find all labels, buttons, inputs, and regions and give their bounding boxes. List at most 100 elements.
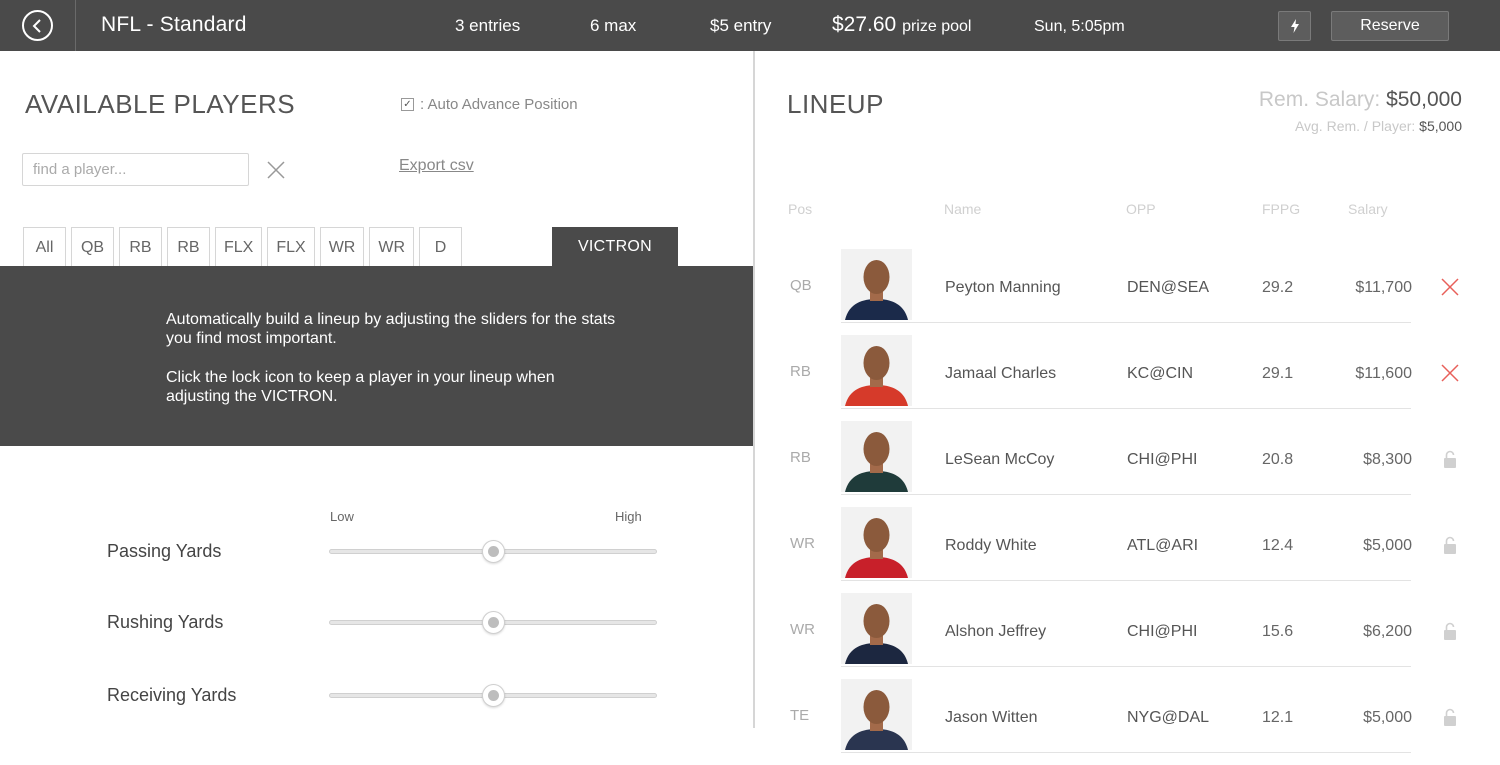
column-header-pos: Pos (788, 201, 813, 217)
slider-label: Rushing Yards (107, 612, 224, 632)
player-fppg: 29.1 (1262, 365, 1294, 382)
tab-rb-1[interactable]: RB (119, 227, 162, 267)
slider-label: Receiving Yards (107, 685, 237, 705)
prize-amount: $27.60 (832, 13, 897, 36)
lock-icon[interactable] (1440, 449, 1460, 469)
avg-rem-label: Avg. Rem. / Player: (1294, 118, 1416, 134)
player-salary: $11,700 (1355, 279, 1412, 296)
player-photo (841, 507, 912, 578)
lineup-row[interactable]: RB LeSean McCoy CHI@PHI 20.8 $8,300 (755, 421, 1500, 507)
player-fppg: 12.4 (1262, 537, 1294, 554)
player-salary: $8,300 (1363, 451, 1412, 468)
column-header-name: Name (944, 201, 982, 217)
victron-lock-hint: Click the lock icon to keep a player in … (166, 369, 555, 405)
player-name[interactable]: Roddy White (945, 537, 1037, 555)
player-fppg: 15.6 (1262, 623, 1294, 640)
remove-player-icon[interactable] (1440, 277, 1460, 297)
lineup-panel: LINEUP Rem. Salary: $50,000 Avg. Rem. / … (755, 51, 1500, 753)
player-salary: $5,000 (1363, 709, 1412, 726)
back-button[interactable] (22, 10, 53, 41)
player-name[interactable]: Jamaal Charles (945, 365, 1056, 383)
row-position: RB (790, 449, 811, 466)
slider-receiving-yards: Receiving Yards (0, 682, 753, 712)
column-header-fppg: FPPG (1262, 201, 1301, 217)
row-divider (841, 752, 1411, 753)
player-opponent: DEN@SEA (1127, 279, 1210, 296)
rem-salary-label: Rem. Salary: (1258, 88, 1381, 111)
lineup-row[interactable]: RB Jamaal Charles KC@CIN 29.1 $11,600 (755, 335, 1500, 421)
contest-title: NFL - Standard (101, 13, 247, 36)
player-name[interactable]: Peyton Manning (945, 279, 1061, 297)
available-players-title: AVAILABLE PLAYERS (25, 89, 296, 119)
player-name[interactable]: LeSean McCoy (945, 451, 1054, 469)
lineup-row[interactable]: QB Peyton Manning DEN@SEA 29.2 $11,700 (755, 249, 1500, 335)
player-fppg: 12.1 (1262, 709, 1294, 726)
column-header-opp: OPP (1126, 201, 1156, 217)
auto-advance-toggle[interactable]: ✓ : Auto Advance Position (401, 96, 578, 113)
player-salary: $5,000 (1363, 537, 1412, 554)
lineup-row[interactable]: WR Roddy White ATL@ARI 12.4 $5,000 (755, 507, 1500, 593)
prize-label: prize pool (902, 18, 972, 35)
prize-pool: $27.60 prize pool (832, 13, 971, 37)
player-photo (841, 335, 912, 406)
tab-victron[interactable]: VICTRON (552, 227, 678, 267)
player-fppg: 29.2 (1262, 279, 1294, 296)
top-bar: NFL - Standard 3 entries 6 max $5 entry … (0, 0, 1500, 51)
slider-rushing-yards: Rushing Yards (0, 609, 753, 639)
lineup-row[interactable]: WR Alshon Jeffrey CHI@PHI 15.6 $6,200 (755, 593, 1500, 679)
clear-search-icon[interactable] (266, 160, 286, 180)
player-fppg: 20.8 (1262, 451, 1294, 468)
available-players-panel: AVAILABLE PLAYERS ✓ : Auto Advance Posit… (0, 51, 753, 728)
tab-flx-2[interactable]: FLX (267, 227, 315, 267)
player-photo (841, 679, 912, 750)
tab-wr-2[interactable]: WR (369, 227, 414, 267)
tab-wr-1[interactable]: WR (319, 227, 365, 267)
position-tabs: All QB RB RB FLX FLX WR WR D (23, 227, 462, 267)
player-salary: $11,600 (1355, 365, 1412, 382)
player-opponent: NYG@DAL (1127, 709, 1210, 726)
player-name[interactable]: Jason Witten (945, 709, 1037, 727)
rem-salary-value: $50,000 (1386, 88, 1462, 111)
slider-handle[interactable] (482, 611, 505, 634)
row-divider (841, 494, 1411, 495)
slider-handle[interactable] (482, 684, 505, 707)
player-search-input[interactable] (22, 153, 249, 186)
max-entries: 6 max (590, 16, 637, 35)
lock-icon[interactable] (1440, 707, 1460, 727)
player-photo (841, 593, 912, 664)
row-position: TE (790, 707, 810, 724)
slider-label: Passing Yards (107, 541, 222, 561)
lock-icon[interactable] (1440, 621, 1460, 641)
tab-d[interactable]: D (419, 227, 462, 267)
quick-action-button[interactable] (1278, 11, 1311, 41)
reserve-button[interactable]: Reserve (1331, 11, 1449, 41)
tab-qb[interactable]: QB (71, 227, 114, 267)
lock-icon[interactable] (1440, 535, 1460, 555)
export-csv-link[interactable]: Export csv (399, 157, 474, 175)
entry-fee: $5 entry (710, 16, 772, 35)
tab-flx-1[interactable]: FLX (215, 227, 263, 267)
player-opponent: CHI@PHI (1127, 623, 1198, 640)
auto-advance-label: : Auto Advance Position (420, 96, 578, 113)
tab-rb-2[interactable]: RB (167, 227, 210, 267)
row-divider (841, 580, 1411, 581)
auto-advance-checkbox[interactable]: ✓ (401, 98, 414, 111)
lineup-title: LINEUP (787, 89, 884, 119)
entries-count: 3 entries (455, 16, 521, 35)
slider-handle[interactable] (482, 540, 505, 563)
remaining-salary: Rem. Salary: $50,000 (1259, 88, 1462, 112)
row-divider (841, 666, 1411, 667)
slider-low-label: Low (330, 509, 354, 524)
lineup-row[interactable]: TE Jason Witten NYG@DAL 12.1 $5,000 (755, 679, 1500, 765)
remove-player-icon[interactable] (1440, 363, 1460, 383)
lightning-bolt-icon (1290, 19, 1299, 33)
player-salary: $6,200 (1363, 623, 1412, 640)
player-opponent: KC@CIN (1127, 365, 1194, 382)
player-name[interactable]: Alshon Jeffrey (945, 623, 1046, 641)
row-position: QB (790, 277, 812, 294)
player-opponent: CHI@PHI (1127, 451, 1198, 468)
victron-description: Automatically build a lineup by adjustin… (166, 311, 616, 347)
tab-all[interactable]: All (23, 227, 66, 267)
column-header-salary: Salary (1348, 201, 1388, 217)
avg-rem-value: $5,000 (1419, 118, 1462, 134)
